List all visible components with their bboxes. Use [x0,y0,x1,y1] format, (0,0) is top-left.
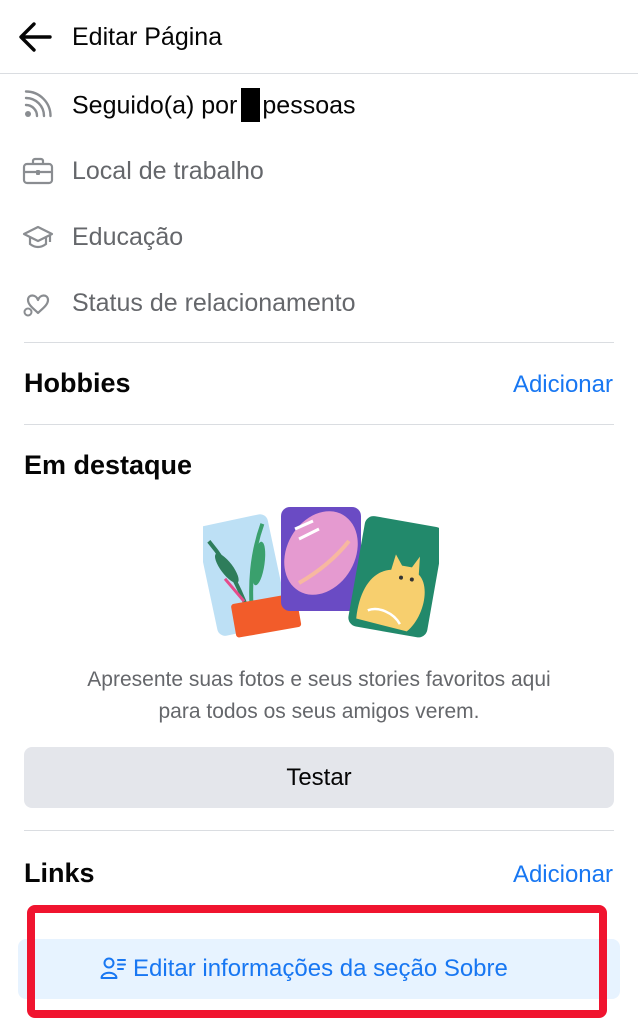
workplace-row[interactable]: Local de trabalho [0,146,638,196]
divider [24,424,614,425]
education-label: Educação [72,223,184,251]
featured-illustration [203,507,439,638]
links-title: Links [24,858,95,888]
arrow-left-icon [19,22,52,52]
hobbies-add-link[interactable]: Adicionar [513,370,613,400]
page-title: Editar Página [72,23,223,51]
edit-about-button[interactable]: Editar informações da seção Sobre [18,939,620,999]
heart-icon [23,294,50,317]
followers-suffix: pessoas [262,91,356,120]
links-add-link[interactable]: Adicionar [513,860,613,890]
divider [24,342,614,343]
featured-description-line2: para todos os seus amigos verem. [158,700,480,723]
divider [24,830,614,831]
back-button[interactable] [14,18,56,56]
education-row[interactable]: Educação [0,212,638,262]
hobbies-title: Hobbies [24,368,131,398]
featured-description-line1: Apresente suas fotos e seus stories favo… [87,668,551,691]
top-bar: Editar Página [0,0,638,74]
person-list-icon [100,957,126,979]
try-button[interactable]: Testar [24,747,614,808]
relationship-row[interactable]: Status de relacionamento [0,278,638,328]
featured-description: Apresente suas fotos e seus stories favo… [24,664,614,728]
followers-label: Seguido(a) por pessoas [72,88,356,124]
relationship-label: Status de relacionamento [72,289,356,317]
featured-title: Em destaque [24,450,193,480]
workplace-label: Local de trabalho [72,157,264,185]
redacted-count [241,88,261,122]
graduation-cap-icon [22,225,54,249]
followers-prefix: Seguido(a) por [72,91,238,120]
rss-icon [24,90,52,118]
edit-about-label: Editar informações da seção Sobre [133,955,508,982]
followers-row: Seguido(a) por pessoas [0,80,638,130]
briefcase-icon [22,157,54,185]
